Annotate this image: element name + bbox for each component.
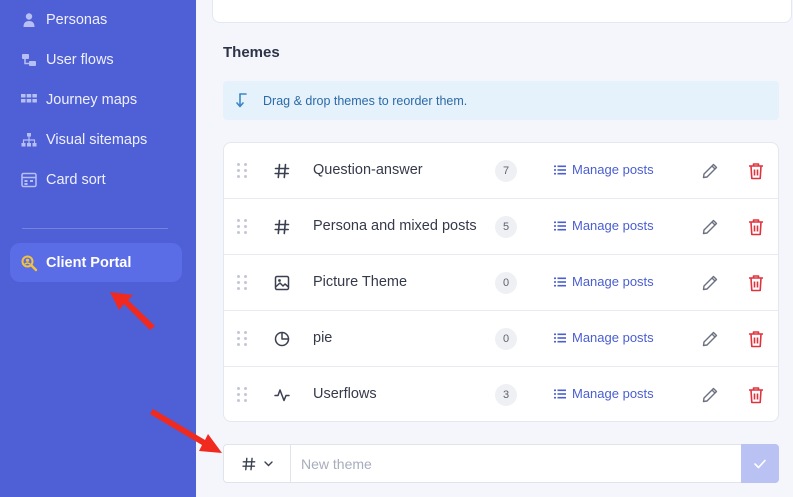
pencil-icon[interactable] — [701, 386, 719, 404]
drag-handle-icon[interactable] — [237, 331, 249, 347]
manage-posts-link[interactable]: Manage posts — [554, 218, 654, 233]
manage-posts-label: Manage posts — [572, 330, 654, 345]
grid-icon — [10, 92, 46, 108]
theme-name: Question-answer — [313, 162, 423, 178]
list-icon — [554, 277, 566, 286]
sidebar-item-label: Journey maps — [46, 92, 138, 108]
new-theme-form — [223, 444, 779, 483]
sidebar-item-label: User flows — [46, 52, 114, 68]
theme-type-dropdown[interactable] — [224, 445, 291, 482]
drag-handle-icon[interactable] — [237, 219, 249, 235]
trash-icon[interactable] — [748, 162, 764, 180]
manage-posts-label: Manage posts — [572, 274, 654, 289]
list-icon — [554, 221, 566, 230]
info-banner-text: Drag & drop themes to reorder them. — [263, 93, 468, 108]
trash-icon[interactable] — [748, 218, 764, 236]
hash-icon — [274, 219, 290, 235]
manage-posts-label: Manage posts — [572, 218, 654, 233]
info-banner: Drag & drop themes to reorder them. — [223, 81, 779, 120]
themes-list: Question-answer 7 Manage posts Persona a… — [223, 142, 779, 422]
sidebar-item-user-flows[interactable]: User flows — [10, 40, 182, 80]
hash-icon — [241, 457, 255, 470]
hash-icon — [274, 163, 290, 179]
pencil-icon[interactable] — [701, 330, 719, 348]
user-flows-icon — [10, 52, 46, 68]
main-content: Themes Drag & drop themes to reorder the… — [196, 0, 793, 497]
drag-handle-icon[interactable] — [237, 275, 249, 291]
client-portal-icon — [10, 254, 46, 272]
section-title: Themes — [223, 44, 280, 61]
sitemap-icon — [10, 132, 46, 148]
trash-icon[interactable] — [748, 386, 764, 404]
pencil-icon[interactable] — [701, 162, 719, 180]
image-icon — [274, 275, 290, 291]
sidebar-divider — [22, 228, 168, 229]
theme-row[interactable]: Picture Theme 0 Manage posts — [224, 255, 778, 311]
new-theme-input[interactable] — [291, 445, 741, 482]
post-count-badge: 0 — [495, 328, 517, 350]
list-icon — [554, 389, 566, 398]
theme-name: Userflows — [313, 386, 377, 402]
sidebar-item-label: Personas — [46, 12, 108, 28]
manage-posts-link[interactable]: Manage posts — [554, 162, 654, 177]
theme-row[interactable]: Persona and mixed posts 5 Manage posts — [224, 199, 778, 255]
post-count-badge: 0 — [495, 272, 517, 294]
list-icon — [554, 333, 566, 342]
check-icon — [754, 459, 766, 468]
theme-name: Persona and mixed posts — [313, 218, 477, 234]
list-icon — [554, 165, 566, 174]
drag-handle-icon[interactable] — [237, 163, 249, 179]
sidebar-item-journey-maps[interactable]: Journey maps — [10, 80, 182, 120]
trash-icon[interactable] — [748, 330, 764, 348]
sidebar-item-card-sort[interactable]: Card sort — [10, 160, 182, 200]
manage-posts-link[interactable]: Manage posts — [554, 274, 654, 289]
post-count-badge: 5 — [495, 216, 517, 238]
person-icon — [10, 12, 46, 28]
theme-name: pie — [313, 330, 333, 346]
sidebar: Personas User flows Journey maps Visual … — [0, 0, 196, 497]
sidebar-item-client-portal[interactable]: Client Portal — [10, 243, 182, 282]
post-count-badge: 3 — [495, 384, 517, 406]
add-theme-button[interactable] — [741, 444, 779, 483]
pencil-icon[interactable] — [701, 218, 719, 236]
pencil-icon[interactable] — [701, 274, 719, 292]
theme-row[interactable]: Userflows 3 Manage posts — [224, 367, 778, 421]
manage-posts-link[interactable]: Manage posts — [554, 330, 654, 345]
sidebar-item-personas[interactable]: Personas — [10, 0, 182, 40]
top-card — [212, 0, 792, 23]
sidebar-item-label: Card sort — [46, 172, 106, 188]
drag-handle-icon[interactable] — [237, 387, 249, 403]
theme-row[interactable]: pie 0 Manage posts — [224, 311, 778, 367]
card-sort-icon — [10, 172, 46, 188]
manage-posts-link[interactable]: Manage posts — [554, 386, 654, 401]
pie-chart-icon — [274, 331, 290, 347]
sidebar-item-visual-sitemaps[interactable]: Visual sitemaps — [10, 120, 182, 160]
trash-icon[interactable] — [748, 274, 764, 292]
manage-posts-label: Manage posts — [572, 386, 654, 401]
theme-name: Picture Theme — [313, 274, 408, 290]
chevron-down-icon — [263, 460, 273, 466]
arrow-down-icon — [223, 92, 263, 109]
sidebar-item-label: Visual sitemaps — [46, 132, 148, 148]
sidebar-item-label: Client Portal — [46, 254, 132, 271]
manage-posts-label: Manage posts — [572, 162, 654, 177]
theme-row[interactable]: Question-answer 7 Manage posts — [224, 143, 778, 199]
post-count-badge: 7 — [495, 160, 517, 182]
activity-icon — [274, 389, 290, 402]
